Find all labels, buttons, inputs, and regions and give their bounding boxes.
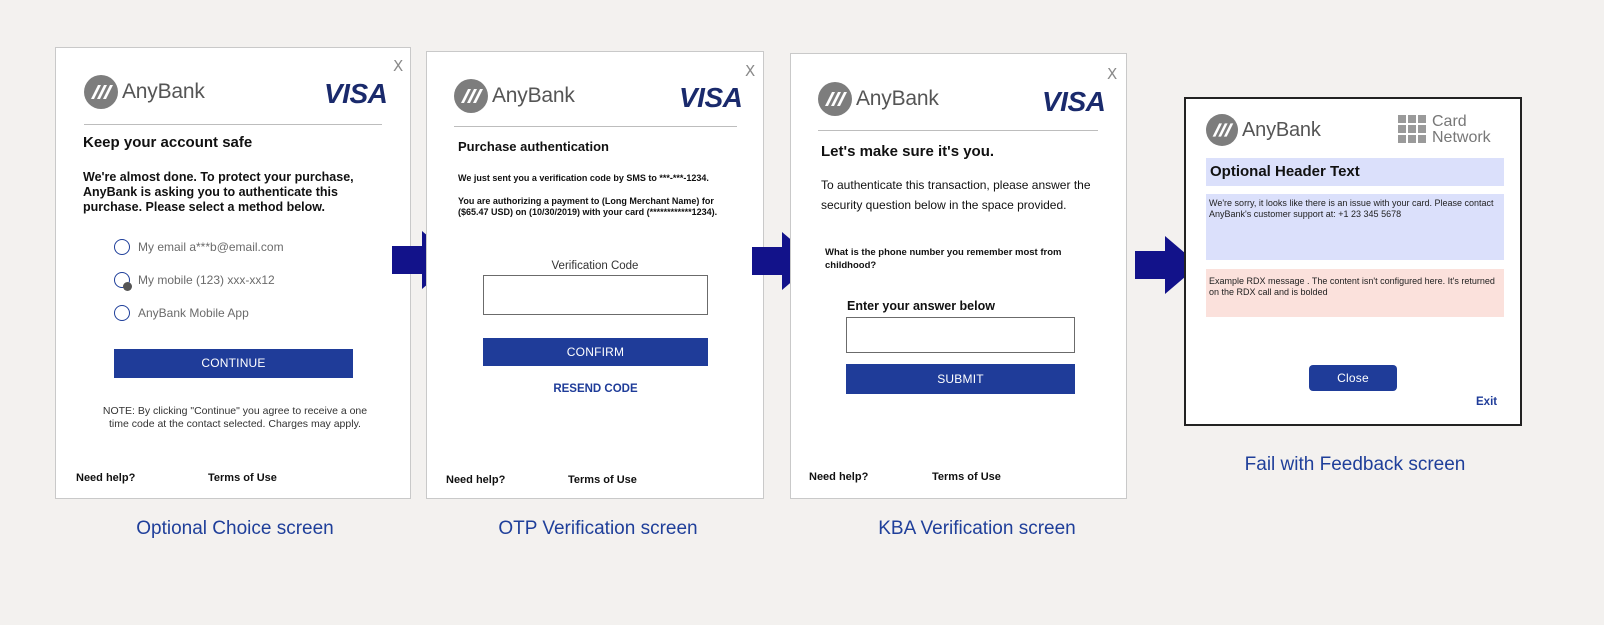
screen-title: Keep your account safe (83, 134, 253, 151)
screen-title: Purchase authentication (458, 139, 609, 154)
divider (454, 126, 737, 127)
close-icon[interactable]: X (393, 57, 403, 75)
bank-name: AnyBank (856, 87, 939, 110)
answer-input[interactable] (846, 317, 1075, 353)
cursor-dot (123, 282, 132, 291)
exit-link[interactable]: Exit (1476, 396, 1497, 408)
card-network-grid-icon (1398, 115, 1426, 143)
close-button[interactable]: Close (1309, 365, 1397, 391)
submit-button[interactable]: SUBMIT (846, 364, 1075, 394)
intro-text: We're almost done. To protect your purch… (83, 170, 354, 214)
close-icon[interactable]: X (1107, 65, 1117, 83)
continue-button[interactable]: CONTINUE (114, 349, 353, 378)
caption-kba: KBA Verification screen (878, 518, 1076, 539)
otp-verification-screen: X AnyBank VISA Purchase authentication W… (426, 51, 764, 499)
option-label: My mobile (123) xxx-xx12 (138, 273, 275, 287)
caption-otp: OTP Verification screen (498, 518, 698, 539)
visa-logo: VISA (1042, 86, 1106, 117)
sms-text: We just sent you a verification code by … (458, 173, 709, 183)
radio-icon[interactable] (114, 305, 130, 321)
visa-logo: VISA (324, 78, 388, 109)
option-email[interactable]: My email a***b@email.com (114, 239, 284, 255)
divider (84, 124, 382, 125)
radio-icon[interactable] (114, 239, 130, 255)
option-mobile[interactable]: My mobile (123) xxx-xx12 (114, 272, 275, 291)
radio-icon[interactable] (114, 272, 132, 291)
card-network-label: Card Network (1432, 113, 1491, 146)
optional-header-text: Optional Header Text (1210, 163, 1360, 180)
bank-name: AnyBank (122, 80, 205, 103)
flow-diagram: X AnyBank VISA Keep your account safe We… (0, 0, 1604, 625)
bank-name: AnyBank (1242, 118, 1321, 141)
bank-name: AnyBank (492, 84, 575, 107)
anybank-logo-icon (1206, 114, 1238, 146)
security-question: What is the phone number you remember mo… (825, 247, 1062, 271)
anybank-logo: AnyBank (818, 82, 939, 116)
need-help-link[interactable]: Need help? (446, 474, 505, 486)
anybank-logo: AnyBank (1206, 114, 1321, 146)
anybank-logo-icon (454, 79, 488, 113)
resend-code-link[interactable]: RESEND CODE (483, 383, 708, 395)
option-app[interactable]: AnyBank Mobile App (114, 305, 249, 321)
visa-logo: VISA (679, 82, 743, 113)
caption-fail-feedback: Fail with Feedback screen (1244, 454, 1466, 475)
verification-code-label: Verification Code (551, 260, 639, 272)
divider (818, 130, 1098, 131)
anybank-logo-icon (84, 75, 118, 109)
caption-optional-choice: Optional Choice screen (136, 518, 334, 539)
kba-verification-screen: X AnyBank VISA Let's make sure it's you.… (790, 53, 1127, 499)
anybank-logo: AnyBank (84, 75, 205, 109)
anybank-logo: AnyBank (454, 79, 575, 113)
close-icon[interactable]: X (745, 62, 755, 80)
terms-link[interactable]: Terms of Use (208, 472, 277, 484)
confirm-button[interactable]: CONFIRM (483, 338, 708, 366)
answer-label: Enter your answer below (847, 299, 995, 313)
error-message: We're sorry, it looks like there is an i… (1209, 198, 1494, 219)
note-text: NOTE: By clicking "Continue" you agree t… (102, 405, 368, 430)
screen-title: Let's make sure it's you. (821, 143, 995, 160)
need-help-link[interactable]: Need help? (809, 471, 868, 483)
anybank-logo-icon (818, 82, 852, 116)
terms-link[interactable]: Terms of Use (568, 474, 637, 486)
optional-choice-screen: X AnyBank VISA Keep your account safe We… (55, 47, 411, 499)
terms-link[interactable]: Terms of Use (932, 471, 1001, 483)
option-label: AnyBank Mobile App (138, 306, 249, 320)
intro-text: To authenticate this transaction, please… (821, 178, 1091, 212)
verification-code-input[interactable] (483, 275, 708, 315)
need-help-link[interactable]: Need help? (76, 472, 135, 484)
rdx-message: Example RDX message . The content isn't … (1209, 276, 1495, 297)
fail-feedback-screen: AnyBank Card Network Optional Header Tex… (1184, 97, 1522, 426)
auth-text: You are authorizing a payment to (Long M… (458, 196, 718, 217)
option-label: My email a***b@email.com (138, 240, 284, 254)
